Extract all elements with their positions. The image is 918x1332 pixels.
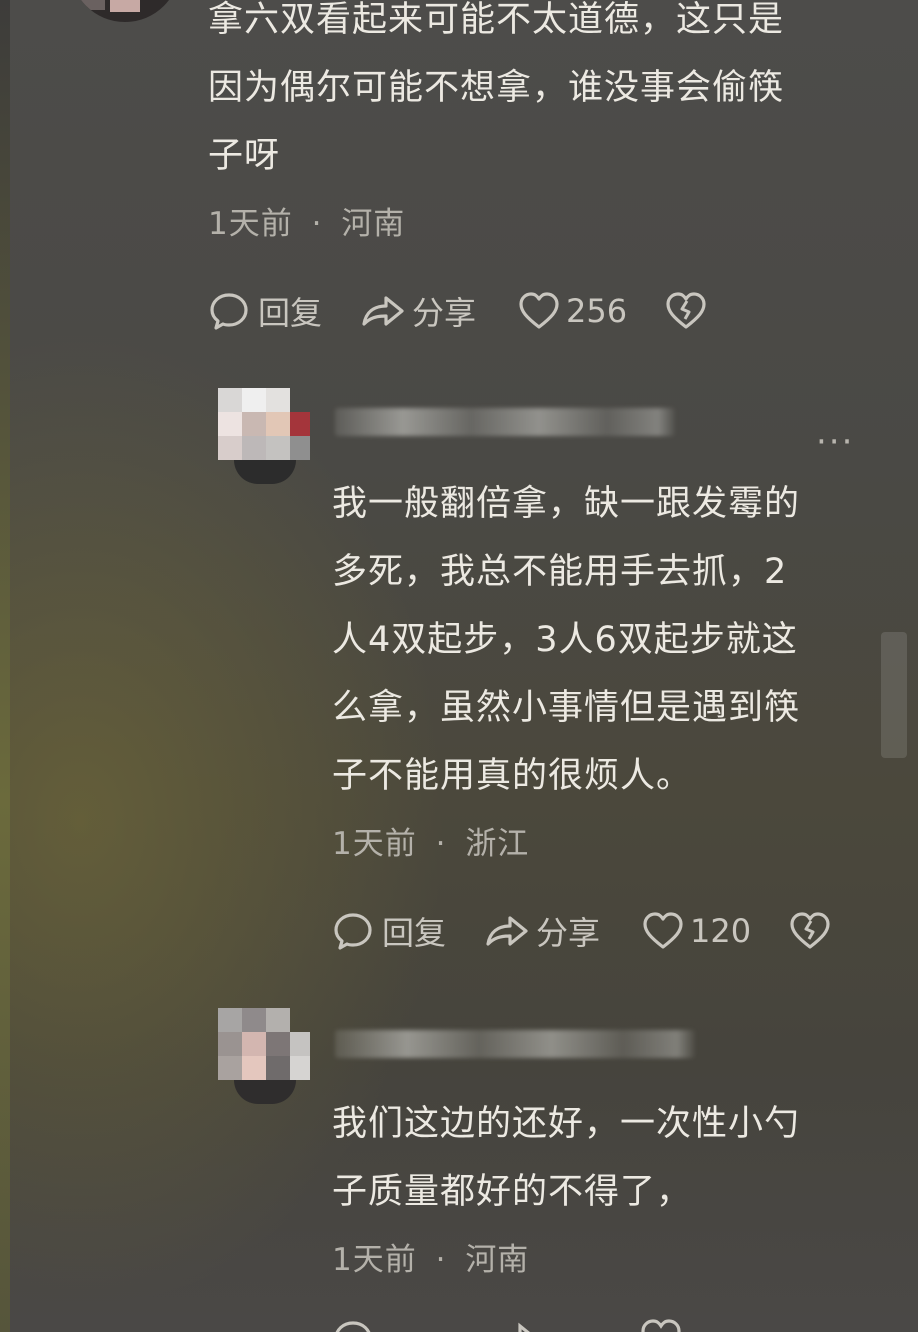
comment-text: 我一般翻倍拿，缺一跟发霉的 多死，我总不能用手去抓，2 人4双起步，3人6双起步… bbox=[332, 470, 872, 810]
comment-meta: 1天前 · 浙江 bbox=[332, 818, 529, 863]
more-dots-icon[interactable]: ··· bbox=[816, 422, 854, 462]
avatar[interactable] bbox=[214, 1008, 310, 1104]
timestamp: 1天前 bbox=[332, 826, 417, 862]
share-button[interactable]: 分享 bbox=[360, 288, 476, 334]
username-blurred[interactable] bbox=[335, 408, 675, 436]
comment-line: 人4双起步，3人6双起步就这 bbox=[332, 620, 798, 660]
location: 河南 bbox=[465, 1242, 530, 1278]
share-arrow-icon bbox=[360, 290, 406, 332]
reply-label: 回复 bbox=[258, 294, 323, 332]
share-button[interactable]: 分享 bbox=[484, 908, 600, 954]
comment-text: 拿六双看起来可能不太道德，这只是 因为偶尔可能不想拿，谁没事会偷筷 子呀 bbox=[208, 0, 868, 190]
heart-icon[interactable] bbox=[640, 1318, 682, 1332]
comment-line: 多死，我总不能用手去抓，2 bbox=[332, 552, 788, 592]
share-arrow-icon[interactable] bbox=[494, 1318, 540, 1332]
comment-meta: 1天前 · 河南 bbox=[208, 198, 405, 243]
broken-heart-icon bbox=[789, 911, 831, 951]
comment-line: 子呀 bbox=[208, 136, 281, 176]
timestamp: 1天前 bbox=[332, 1242, 417, 1278]
like-button[interactable]: 256 bbox=[518, 291, 627, 331]
like-button[interactable]: 120 bbox=[642, 911, 751, 951]
avatar[interactable] bbox=[214, 388, 310, 484]
comment-bubble-icon[interactable] bbox=[332, 1318, 374, 1332]
dislike-button[interactable] bbox=[789, 911, 831, 951]
comment-meta: 1天前 · 河南 bbox=[332, 1234, 529, 1279]
reply-button[interactable]: 回复 bbox=[208, 288, 322, 334]
comment-line: 么拿，虽然小事情但是遇到筷 bbox=[332, 688, 801, 728]
avatar[interactable] bbox=[70, 0, 180, 22]
comment-line: 子质量都好的不得了， bbox=[332, 1172, 693, 1212]
meta-separator: · bbox=[435, 826, 447, 862]
timestamp: 1天前 bbox=[208, 206, 293, 242]
comment-actions: 回复 分享 256 bbox=[208, 286, 707, 336]
comment-bubble-icon bbox=[208, 290, 250, 332]
scrollbar[interactable] bbox=[881, 632, 907, 758]
reply-label: 回复 bbox=[382, 914, 447, 952]
heart-icon bbox=[642, 911, 684, 951]
comment-actions: 回复 分享 120 bbox=[332, 906, 831, 956]
left-edge bbox=[0, 0, 10, 1332]
location: 浙江 bbox=[465, 826, 530, 862]
meta-separator: · bbox=[435, 1242, 447, 1278]
comment-line: 子不能用真的很烦人。 bbox=[332, 756, 693, 796]
share-arrow-icon bbox=[484, 910, 530, 952]
heart-icon bbox=[518, 291, 560, 331]
reply-button[interactable]: 回复 bbox=[332, 908, 446, 954]
meta-separator: · bbox=[311, 206, 323, 242]
dislike-button[interactable] bbox=[665, 291, 707, 331]
username-blurred[interactable] bbox=[335, 1030, 695, 1058]
comment-line: 我们这边的还好，一次性小勺 bbox=[332, 1104, 801, 1144]
share-label: 分享 bbox=[412, 294, 477, 332]
comment-text: 我们这边的还好，一次性小勺 子质量都好的不得了， bbox=[332, 1090, 872, 1226]
share-label: 分享 bbox=[536, 914, 601, 952]
broken-heart-icon bbox=[665, 291, 707, 331]
like-count: 256 bbox=[566, 292, 628, 330]
comment-actions bbox=[332, 1318, 832, 1332]
comment-line: 拿六双看起来可能不太道德，这只是 bbox=[208, 0, 785, 40]
comment-line: 我一般翻倍拿，缺一跟发霉的 bbox=[332, 484, 801, 524]
comment-line: 因为偶尔可能不想拿，谁没事会偷筷 bbox=[208, 68, 785, 108]
comment-bubble-icon bbox=[332, 910, 374, 952]
location: 河南 bbox=[341, 206, 406, 242]
like-count: 120 bbox=[690, 912, 752, 950]
